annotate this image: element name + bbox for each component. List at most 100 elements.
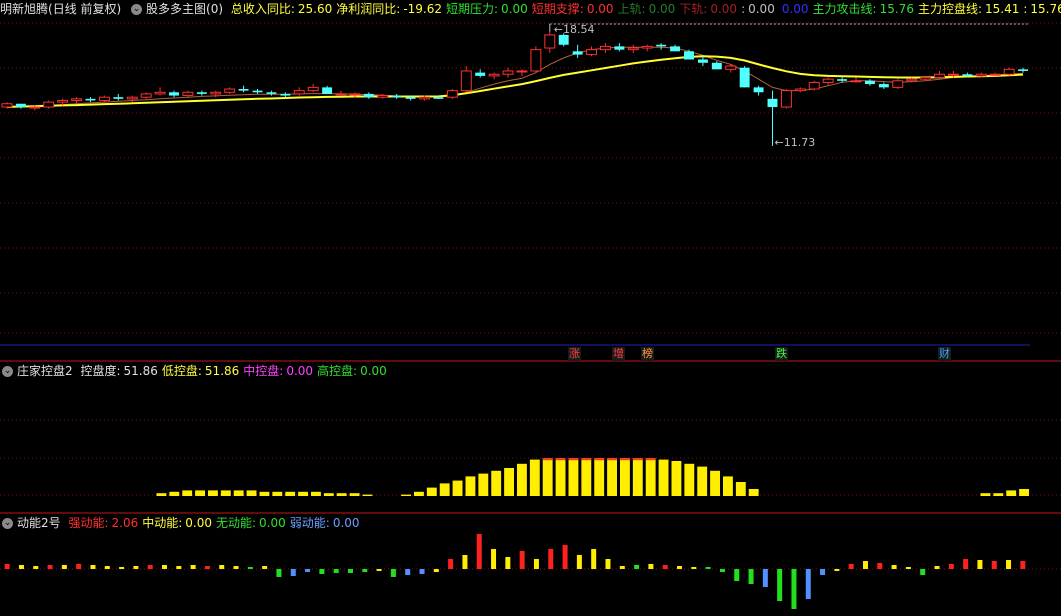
dongneng-bar-chart[interactable] xyxy=(0,514,1061,616)
zhuang-bar xyxy=(156,493,167,496)
dongneng-bar xyxy=(1020,561,1026,569)
zhuang-bar-cap xyxy=(594,458,605,461)
candle[interactable] xyxy=(878,82,889,89)
dongneng-bar xyxy=(419,569,425,574)
dongneng-bar xyxy=(605,559,611,569)
candle[interactable] xyxy=(530,46,542,73)
candlestick-chart[interactable]: ←18.54 ←11.73 xyxy=(0,0,1061,362)
zhuang-panel[interactable]: ⌄ 庄家控盘2 控盘度: 51.86 低控盘: 51.86 中控盘: 0.00 高控盘: 0.0… xyxy=(0,362,1061,514)
candle[interactable] xyxy=(293,87,305,96)
candle[interactable] xyxy=(391,93,402,99)
candle[interactable] xyxy=(266,90,277,96)
candle[interactable] xyxy=(169,90,179,98)
dongneng-bar xyxy=(634,565,640,569)
candle[interactable] xyxy=(475,69,486,78)
candle[interactable] xyxy=(572,44,583,58)
dongneng-bar xyxy=(347,569,353,573)
event-marker[interactable]: 跌 xyxy=(775,347,788,361)
candle[interactable] xyxy=(322,85,333,94)
dongneng-bar xyxy=(505,557,511,569)
candle[interactable] xyxy=(363,92,374,99)
candle[interactable] xyxy=(989,72,1001,76)
event-marker[interactable]: 增 xyxy=(612,347,625,361)
event-marker[interactable]: 涨 xyxy=(568,347,581,361)
candle[interactable] xyxy=(808,80,820,91)
zhuang-bar xyxy=(697,466,708,496)
candle[interactable] xyxy=(656,43,667,50)
dongneng-bar xyxy=(562,545,568,569)
zhuang-bar xyxy=(671,461,682,496)
candle[interactable] xyxy=(850,77,862,83)
candle[interactable] xyxy=(627,44,639,53)
dongneng-bar xyxy=(662,565,668,569)
dongneng-bar xyxy=(533,559,539,569)
dongneng-panel[interactable]: ⌄ 动能2号 强动能: 2.06 中动能: 0.00 无动能: 0.00 弱动能: 0.00 xyxy=(0,514,1061,616)
candle[interactable] xyxy=(697,56,708,67)
main-chart-panel[interactable]: 明新旭腾(日线 前复权) ⌄ 股多多主图(0) 总收入同比: 25.60 净利润同比:… xyxy=(0,0,1061,362)
dongneng-bar xyxy=(519,551,525,569)
candle[interactable] xyxy=(140,92,152,99)
candle[interactable] xyxy=(739,66,750,88)
dongneng-bar xyxy=(162,565,168,569)
zhuang-bar-cap xyxy=(620,458,630,461)
zhuang-bar xyxy=(620,458,630,496)
dongneng-bar xyxy=(476,534,482,569)
candle[interactable] xyxy=(460,66,472,93)
zhuang-bar-chart[interactable] xyxy=(0,362,1061,514)
candle[interactable] xyxy=(586,46,598,57)
candle[interactable] xyxy=(252,89,263,94)
candle[interactable] xyxy=(488,72,500,80)
candle[interactable] xyxy=(446,89,458,99)
event-marker[interactable]: 榜 xyxy=(641,347,654,361)
zhuang-bar xyxy=(465,476,476,496)
candle[interactable] xyxy=(1018,67,1028,73)
candle[interactable] xyxy=(85,97,96,103)
dongneng-bar xyxy=(319,569,325,574)
dongneng-bar xyxy=(119,567,125,569)
zhuang-bar xyxy=(285,491,296,496)
candle[interactable] xyxy=(641,44,653,52)
candle[interactable] xyxy=(98,95,110,103)
zhuang-bar xyxy=(632,458,643,496)
candle[interactable] xyxy=(670,44,681,52)
candle[interactable] xyxy=(307,84,319,93)
dongneng-bar xyxy=(1006,560,1012,569)
dongneng-bar xyxy=(47,565,53,569)
candle[interactable] xyxy=(600,43,611,53)
candle[interactable] xyxy=(780,89,792,109)
candle[interactable] xyxy=(516,69,528,76)
dongneng-bar xyxy=(204,566,210,569)
dongneng-bar xyxy=(719,569,725,572)
zhuang-bar xyxy=(220,490,231,496)
dongneng-bar xyxy=(405,569,411,575)
candle[interactable] xyxy=(113,93,124,101)
candle[interactable] xyxy=(684,49,694,60)
dongneng-bar xyxy=(104,566,110,569)
dongneng-bar xyxy=(290,569,296,576)
candle[interactable] xyxy=(280,92,291,98)
candle[interactable] xyxy=(196,90,207,96)
candle[interactable] xyxy=(238,85,249,93)
dongneng-bar xyxy=(677,566,683,569)
candle[interactable] xyxy=(43,100,55,109)
event-marker[interactable]: 财 xyxy=(938,347,951,361)
candle[interactable] xyxy=(794,87,806,93)
zhuang-bar-cap xyxy=(632,458,643,461)
candle[interactable] xyxy=(1003,67,1015,76)
candle[interactable] xyxy=(614,43,625,52)
candle[interactable] xyxy=(753,85,764,96)
candle[interactable] xyxy=(725,64,737,73)
candle[interactable] xyxy=(224,87,236,94)
candle[interactable] xyxy=(934,70,945,80)
candle[interactable] xyxy=(864,79,875,86)
candle[interactable] xyxy=(154,87,166,96)
candle[interactable] xyxy=(711,61,722,70)
candle[interactable] xyxy=(502,67,514,78)
zhuang-bar xyxy=(414,491,424,496)
candle[interactable] xyxy=(71,97,83,104)
zhuang-bar xyxy=(504,468,514,496)
candle[interactable] xyxy=(182,90,194,98)
candle[interactable] xyxy=(15,103,26,109)
candle[interactable] xyxy=(892,79,904,89)
candle[interactable] xyxy=(335,90,347,96)
